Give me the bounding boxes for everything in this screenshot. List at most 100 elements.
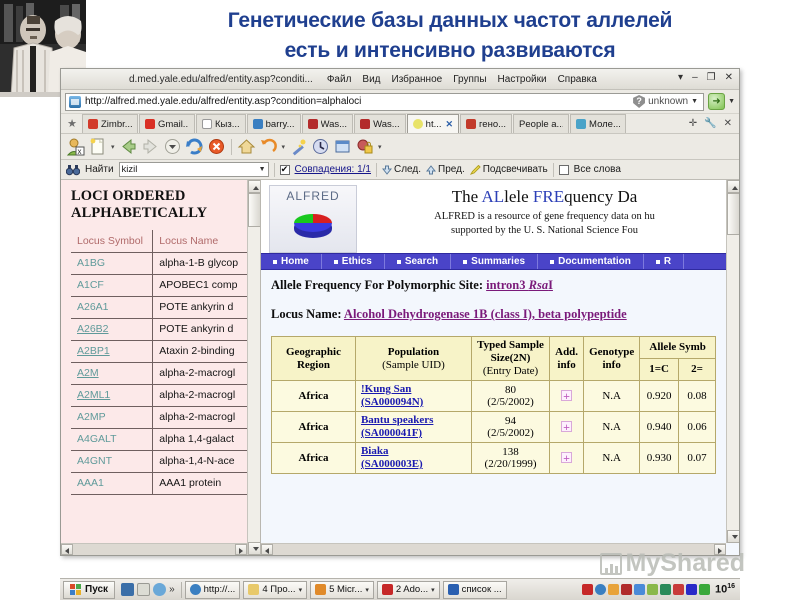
security-icon[interactable] bbox=[355, 137, 374, 156]
table-row[interactable]: A2M alpha-2-macrogl bbox=[71, 362, 247, 385]
wand-icon[interactable] bbox=[289, 137, 308, 156]
menu-groups[interactable]: Группы bbox=[453, 74, 486, 85]
table-row[interactable]: A4GNT alpha-1,4-N-ace bbox=[71, 450, 247, 473]
menu-favorites[interactable]: Избранное bbox=[392, 74, 443, 85]
alfred-vertical-scrollbar[interactable] bbox=[726, 180, 739, 543]
security-dropdown-icon[interactable]: ▾ bbox=[378, 143, 382, 151]
menu-view[interactable]: Вид bbox=[362, 74, 380, 85]
tab-geno[interactable]: гено... bbox=[460, 114, 513, 133]
scrollbar-track[interactable] bbox=[73, 544, 235, 555]
locus-symbol[interactable]: A2BP1 bbox=[71, 340, 154, 363]
tray-icon-flag[interactable] bbox=[672, 584, 684, 595]
close-tab-icon[interactable]: ✕ bbox=[724, 118, 732, 129]
table-row[interactable]: A26B2 POTE ankyrin d bbox=[71, 318, 247, 341]
tray-icon-antivirus[interactable] bbox=[659, 584, 671, 595]
scroll-left-icon[interactable] bbox=[61, 544, 73, 555]
tab-was-2[interactable]: Was... bbox=[354, 114, 406, 133]
user-icon[interactable]: x bbox=[66, 137, 85, 156]
stop-icon[interactable] bbox=[207, 137, 226, 156]
scrollbar-thumb[interactable] bbox=[727, 193, 739, 235]
tab-people[interactable]: People a... bbox=[513, 114, 570, 133]
address-input[interactable]: http://alfred.med.yale.edu/alfred/entity… bbox=[85, 96, 629, 107]
scroll-right-icon[interactable] bbox=[714, 544, 726, 555]
tab-mole[interactable]: Моле... bbox=[570, 114, 627, 133]
chevron-down-icon[interactable]: ▾ bbox=[431, 586, 435, 594]
tools-wrench-icon[interactable]: 🔧 bbox=[704, 118, 716, 129]
scroll-down-icon[interactable] bbox=[248, 542, 260, 555]
tray-icon-green[interactable] bbox=[698, 584, 710, 595]
menu-file[interactable]: Файл bbox=[327, 74, 352, 85]
scroll-up-icon[interactable] bbox=[248, 180, 260, 193]
taskbar-item-explorer[interactable]: 4 Про... ▾ bbox=[243, 580, 308, 599]
scroll-up-icon[interactable] bbox=[727, 180, 739, 193]
tab-barry[interactable]: barry... bbox=[246, 114, 301, 133]
cell-add-info[interactable]: + bbox=[549, 442, 585, 474]
scroll-left-icon[interactable] bbox=[261, 544, 273, 555]
bookmark-star-icon[interactable]: ★ bbox=[63, 114, 81, 133]
mail-icon[interactable] bbox=[137, 583, 151, 596]
population-uid-link[interactable]: (SA000094N) bbox=[361, 396, 466, 409]
find-input[interactable]: kizil ▼ bbox=[118, 162, 269, 177]
plus-icon[interactable]: + bbox=[561, 389, 573, 402]
locus-symbol[interactable]: A2ML1 bbox=[71, 384, 154, 407]
taskbar-item-powerpoint[interactable]: 5 Micr... ▾ bbox=[310, 580, 374, 599]
history-dropdown-icon[interactable] bbox=[163, 137, 182, 156]
nav-search[interactable]: Search bbox=[385, 254, 452, 269]
locus-symbol[interactable]: A2MP bbox=[71, 406, 154, 429]
matches-label[interactable]: Совпадения: 1/1 bbox=[295, 164, 371, 175]
tab-alfred-active[interactable]: ht... ✕ bbox=[406, 114, 460, 133]
back-icon[interactable] bbox=[119, 137, 138, 156]
scroll-down-icon[interactable] bbox=[727, 530, 739, 543]
tab-wiki[interactable]: Кыз... bbox=[196, 114, 246, 133]
browser-icon[interactable] bbox=[153, 583, 167, 596]
security-zone[interactable]: unknown ▼ bbox=[633, 95, 700, 108]
chevron-down-icon[interactable]: ▼ bbox=[691, 98, 698, 105]
menu-help[interactable]: Справка bbox=[558, 74, 597, 85]
chevron-down-icon[interactable]: ▾ bbox=[365, 586, 369, 594]
locus-symbol[interactable]: A1BG bbox=[71, 252, 154, 275]
tray-icon-volume[interactable] bbox=[633, 584, 645, 595]
find-history-chevron-icon[interactable]: ▼ bbox=[259, 166, 266, 173]
locus-symbol[interactable]: AAA1 bbox=[71, 472, 154, 495]
table-row[interactable]: A2ML1 alpha-2-macrogl bbox=[71, 384, 247, 407]
find-prev-button[interactable]: Пред. bbox=[426, 164, 465, 175]
home-icon[interactable] bbox=[237, 137, 256, 156]
forward-icon[interactable] bbox=[141, 137, 160, 156]
tab-zimbra[interactable]: Zimbr... bbox=[82, 114, 138, 133]
cell-add-info[interactable]: + bbox=[549, 411, 585, 443]
locus-name-link[interactable]: Alcohol Dehydrogenase 1B (class I), beta… bbox=[344, 307, 627, 321]
address-bar[interactable]: http://alfred.med.yale.edu/alfred/entity… bbox=[65, 92, 705, 111]
undo-dropdown-icon[interactable]: ▾ bbox=[282, 143, 286, 151]
population-uid-link[interactable]: (SA000003E) bbox=[361, 458, 466, 471]
population-link[interactable]: Biaka bbox=[361, 445, 466, 458]
table-row[interactable]: A2BP1 Ataxin 2-binding bbox=[71, 340, 247, 363]
close-icon[interactable]: ✕ bbox=[725, 71, 733, 85]
locus-symbol[interactable]: A1CF bbox=[71, 274, 154, 297]
alfred-logo[interactable]: ALFRED bbox=[269, 185, 357, 253]
window-menu-icon[interactable]: ▾ bbox=[678, 71, 683, 85]
nav-resources[interactable]: R bbox=[644, 254, 685, 269]
undo-icon[interactable] bbox=[259, 137, 278, 156]
minimize-icon[interactable]: – bbox=[692, 71, 698, 85]
nav-summaries[interactable]: Summaries bbox=[451, 254, 539, 269]
tray-icon-app[interactable] bbox=[620, 584, 632, 595]
menu-settings[interactable]: Настройки bbox=[498, 74, 547, 85]
population-uid-link[interactable]: (SA000041F) bbox=[361, 427, 466, 440]
taskbar-clock[interactable]: 1016 bbox=[712, 583, 735, 596]
table-row[interactable]: A4GALT alpha 1,4-galact bbox=[71, 428, 247, 451]
restore-icon[interactable]: ❐ bbox=[707, 71, 716, 85]
reload-icon[interactable] bbox=[185, 137, 204, 156]
whole-words-checkbox[interactable] bbox=[558, 164, 569, 175]
taskbar-item-word[interactable]: список ... bbox=[442, 580, 507, 599]
cell-add-info[interactable]: + bbox=[549, 380, 585, 412]
clock-icon[interactable] bbox=[311, 137, 330, 156]
nav-documentation[interactable]: Documentation bbox=[538, 254, 644, 269]
tab-gmail[interactable]: Gmail... bbox=[139, 114, 195, 133]
find-next-button[interactable]: След. bbox=[382, 164, 421, 175]
population-link[interactable]: !Kung San bbox=[361, 383, 466, 396]
start-button[interactable]: Пуск bbox=[63, 580, 116, 599]
table-row[interactable]: A1CF APOBEC1 comp bbox=[71, 274, 247, 297]
nav-home[interactable]: Home bbox=[261, 254, 322, 269]
nav-ethics[interactable]: Ethics bbox=[322, 254, 385, 269]
taskbar-item-browser[interactable]: http://... bbox=[184, 580, 241, 599]
